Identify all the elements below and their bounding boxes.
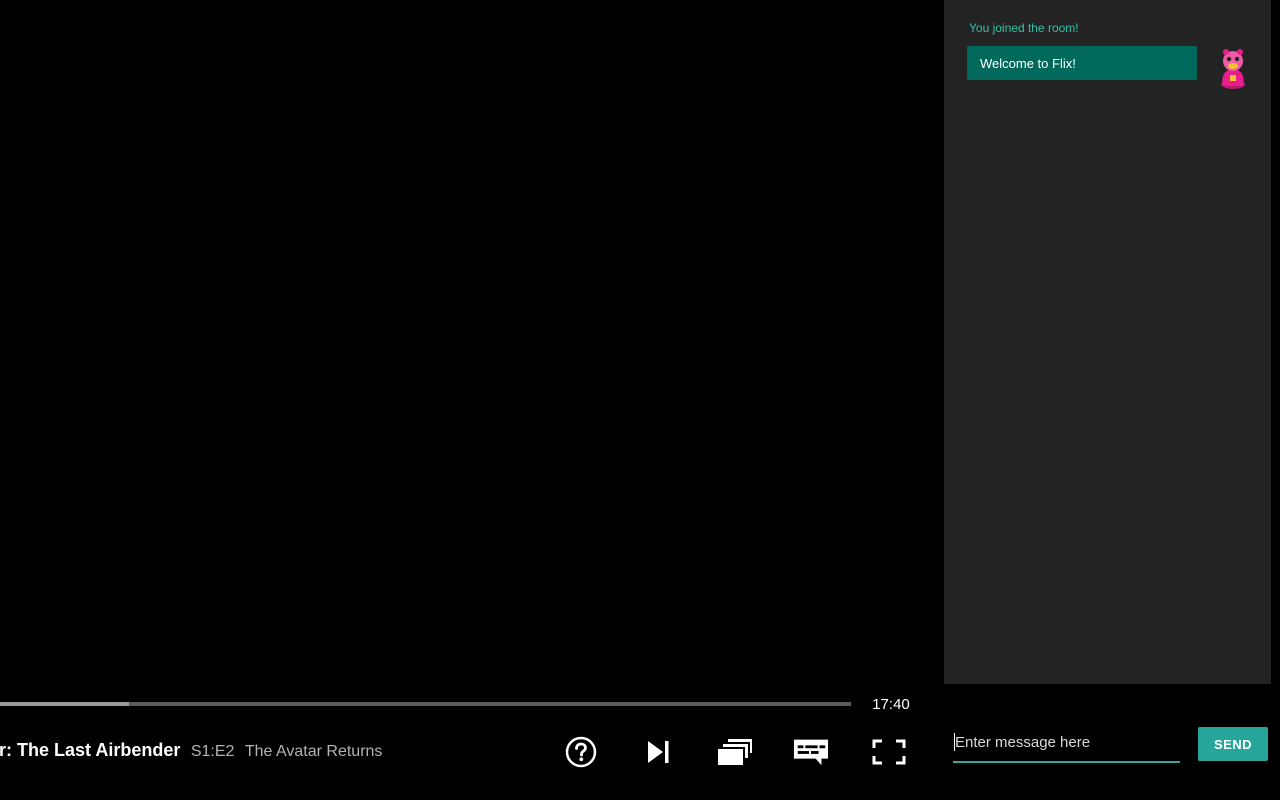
pink-character-avatar-icon bbox=[1221, 49, 1245, 89]
episodes-icon bbox=[718, 739, 752, 765]
progress-bar[interactable] bbox=[0, 702, 851, 706]
next-episode-icon bbox=[648, 741, 669, 763]
subtitles-icon bbox=[793, 739, 829, 766]
title-bar: tar: The Last Airbender S1:E2 The Avatar… bbox=[0, 740, 520, 764]
send-button[interactable]: SEND bbox=[1198, 727, 1268, 761]
chat-message-text: Welcome to Flix! bbox=[980, 55, 1076, 71]
help-button[interactable] bbox=[563, 734, 599, 770]
help-icon bbox=[565, 736, 597, 768]
progress-bar-fill bbox=[0, 702, 130, 706]
avatar bbox=[1216, 48, 1250, 90]
episodes-button[interactable] bbox=[717, 734, 753, 770]
show-title: tar: The Last Airbender bbox=[0, 740, 181, 760]
chat-message-bubble: Welcome to Flix! bbox=[967, 46, 1197, 80]
chat-input-container bbox=[953, 727, 1182, 763]
fullscreen-button[interactable] bbox=[871, 734, 907, 770]
text-caret bbox=[954, 733, 955, 751]
subtitles-button[interactable] bbox=[793, 734, 829, 770]
chat-panel: You joined the room! Welcome to Flix! bbox=[944, 0, 1271, 684]
video-player[interactable]: 17:40 tar: The Last Airbender S1:E2 The … bbox=[0, 0, 944, 800]
next-episode-button[interactable] bbox=[640, 734, 676, 770]
fullscreen-icon bbox=[872, 739, 906, 765]
episode-title: The Avatar Returns bbox=[244, 743, 383, 760]
time-remaining: 17:40 bbox=[872, 696, 910, 713]
system-message: You joined the room! bbox=[969, 21, 1079, 35]
chat-message-input[interactable] bbox=[953, 727, 1182, 757]
episode-number: S1:E2 bbox=[190, 743, 235, 760]
